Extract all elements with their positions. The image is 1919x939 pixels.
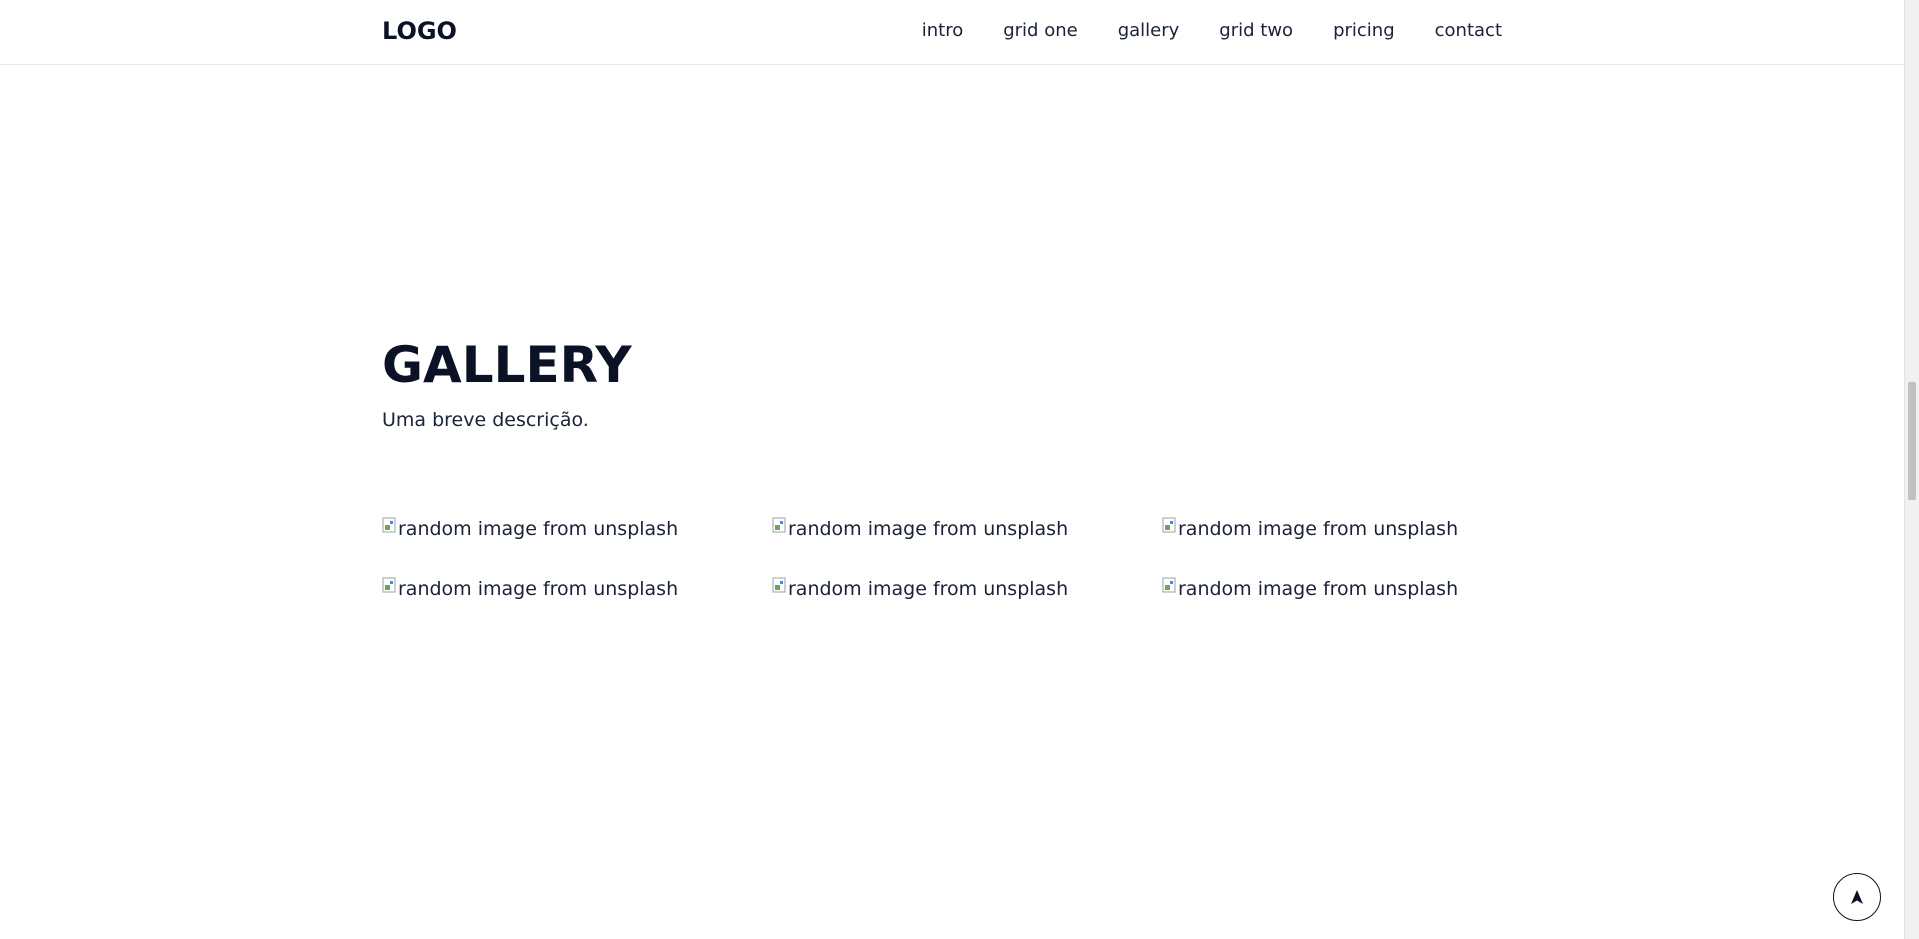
- broken-image-icon: [772, 517, 786, 533]
- main-nav: intro grid one gallery grid two pricing …: [882, 18, 1502, 44]
- nav-link-pricing[interactable]: pricing: [1333, 18, 1395, 44]
- page: LOGO intro grid one gallery grid two pri…: [0, 0, 1919, 939]
- gallery-title: GALLERY: [382, 336, 632, 394]
- gallery-description: Uma breve descrição.: [382, 409, 589, 431]
- gallery-image: random image from unsplash: [382, 516, 772, 542]
- broken-image-icon: [1162, 517, 1176, 533]
- logo[interactable]: LOGO: [382, 16, 457, 46]
- gallery-image: random image from unsplash: [772, 576, 1162, 602]
- nav-link-grid-one[interactable]: grid one: [1003, 18, 1077, 44]
- broken-image-icon: [1162, 577, 1176, 593]
- back-to-top-button[interactable]: [1833, 873, 1881, 921]
- nav-link-grid-two[interactable]: grid two: [1219, 18, 1293, 44]
- nav-link-contact[interactable]: contact: [1435, 18, 1502, 44]
- broken-image-icon: [382, 577, 396, 593]
- gallery-image: random image from unsplash: [1162, 576, 1510, 602]
- scrollbar-thumb[interactable]: [1908, 382, 1916, 500]
- arrow-up-icon: [1851, 890, 1863, 904]
- gallery-grid: random image from unsplash random image …: [382, 516, 1510, 602]
- broken-image-icon: [382, 517, 396, 533]
- gallery-image: random image from unsplash: [1162, 516, 1510, 542]
- nav-link-intro[interactable]: intro: [922, 18, 963, 44]
- image-alt-text: random image from unsplash: [788, 518, 1069, 540]
- vertical-scrollbar[interactable]: [1904, 0, 1919, 939]
- image-alt-text: random image from unsplash: [398, 518, 679, 540]
- image-alt-text: random image from unsplash: [1178, 518, 1459, 540]
- image-alt-text: random image from unsplash: [1178, 578, 1459, 600]
- gallery-image: random image from unsplash: [382, 576, 772, 602]
- image-alt-text: random image from unsplash: [398, 578, 679, 600]
- gallery-image: random image from unsplash: [772, 516, 1162, 542]
- nav-link-gallery[interactable]: gallery: [1118, 18, 1180, 44]
- site-header: LOGO intro grid one gallery grid two pri…: [0, 0, 1904, 65]
- image-alt-text: random image from unsplash: [788, 578, 1069, 600]
- broken-image-icon: [772, 577, 786, 593]
